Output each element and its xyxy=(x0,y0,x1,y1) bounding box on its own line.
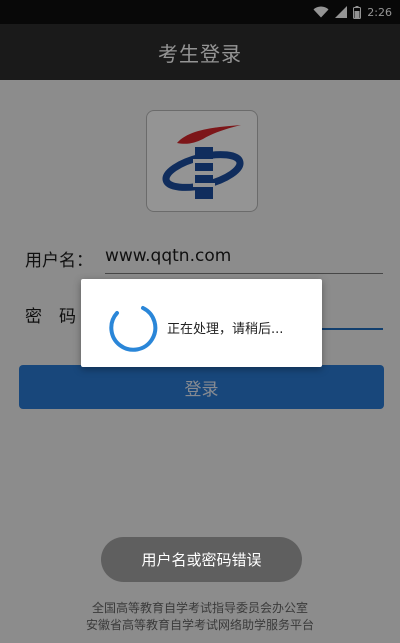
toast-message: 用户名或密码错误 xyxy=(141,551,262,569)
loading-spinner-icon xyxy=(109,306,158,352)
footer-line-1: 全国高等教育自学考试指导委员会办公室 xyxy=(91,601,308,615)
footer: 全国高等教育自学考试指导委员会办公室 安徽省高等教育自学考试网络助学服务平台 xyxy=(0,600,400,634)
footer-line-2: 安徽省高等教育自学考试网络助学服务平台 xyxy=(85,618,314,632)
progress-dialog: 正在处理，请稍后... xyxy=(81,279,322,367)
progress-message: 正在处理，请稍后... xyxy=(167,322,284,337)
error-toast: 用户名或密码错误 xyxy=(101,537,302,582)
